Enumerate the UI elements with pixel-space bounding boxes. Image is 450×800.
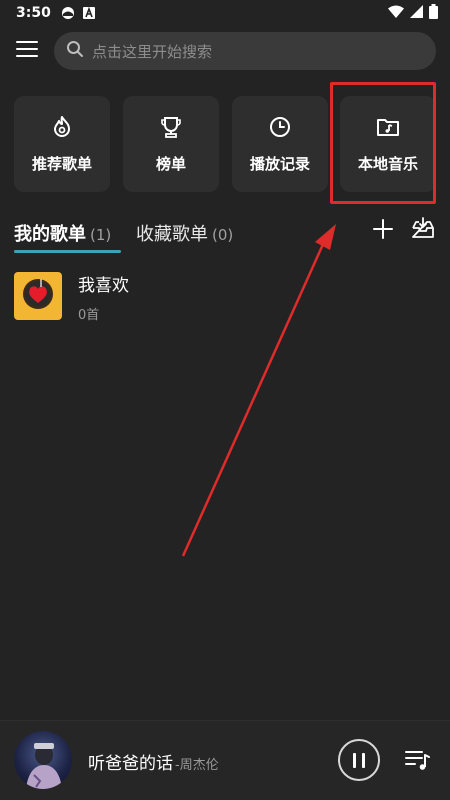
signal-icon	[410, 4, 423, 22]
menu-icon[interactable]	[16, 41, 38, 61]
flame-icon	[50, 115, 74, 143]
status-time: 3:50	[16, 5, 51, 21]
quick-card-label: 推荐歌单	[31, 154, 92, 173]
now-playing-bar[interactable]: 听爸爸的话 -周杰伦	[0, 720, 450, 800]
quick-card-label: 本地音乐	[357, 154, 418, 173]
tab-favorite-playlists[interactable]: 收藏歌单 (0)	[136, 220, 233, 246]
notification-icon	[61, 6, 75, 20]
tab-my-playlists[interactable]: 我的歌单 (1)	[14, 220, 111, 246]
search-placeholder: 点击这里开始搜索	[92, 42, 213, 61]
tab-label: 收藏歌单	[136, 224, 208, 245]
list-item[interactable]: 我喜欢 0首	[14, 272, 436, 323]
heart-record-icon	[21, 277, 55, 315]
song-artist: -周杰伦	[175, 758, 219, 773]
quick-card-recommended-playlists[interactable]: 推荐歌单	[14, 96, 110, 192]
top-bar: 点击这里开始搜索	[0, 30, 450, 72]
battery-icon	[429, 3, 438, 23]
playlist-cover	[14, 272, 62, 320]
pause-button[interactable]	[338, 739, 380, 781]
a-icon	[82, 7, 95, 19]
pause-icon	[353, 752, 356, 768]
pause-icon	[362, 752, 365, 768]
active-tab-indicator	[14, 250, 121, 253]
playlist-title: 我喜欢	[78, 276, 129, 296]
status-bar: 3:50	[0, 0, 450, 26]
album-art[interactable]	[14, 731, 72, 789]
add-icon[interactable]	[370, 216, 396, 242]
search-icon	[66, 40, 84, 62]
playlist-tabs: 我的歌单 (1) 收藏歌单 (0)	[14, 216, 436, 256]
song-title: 听爸爸的话	[88, 754, 173, 774]
quick-card-local-music[interactable]: 本地音乐	[340, 96, 436, 192]
clock-icon	[268, 115, 292, 143]
playlist-track-count: 0首	[78, 308, 100, 323]
quick-card-play-history[interactable]: 播放记录	[232, 96, 328, 192]
playlist-queue-icon[interactable]	[404, 747, 432, 773]
now-playing-info: 听爸爸的话 -周杰伦	[88, 749, 219, 774]
tab-count: (1)	[90, 226, 112, 244]
wifi-icon	[388, 5, 404, 22]
import-icon[interactable]	[410, 216, 436, 242]
music-folder-icon	[376, 115, 400, 143]
quick-card-charts[interactable]: 榜单	[123, 96, 219, 192]
quick-card-label: 榜单	[155, 154, 186, 173]
tab-label: 我的歌单	[14, 224, 86, 245]
search-input[interactable]: 点击这里开始搜索	[54, 32, 436, 70]
quick-access-row: 推荐歌单 榜单 播放记录 本地音乐	[14, 96, 436, 192]
quick-card-label: 播放记录	[249, 154, 310, 173]
tab-count: (0)	[212, 226, 234, 244]
trophy-icon	[159, 115, 183, 143]
